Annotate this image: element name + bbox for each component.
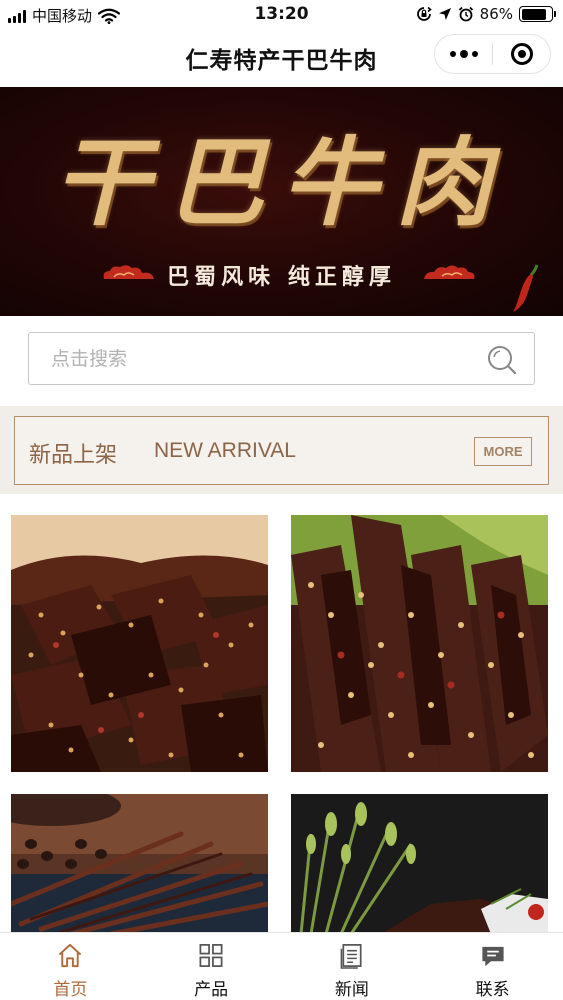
cloud-ornament-icon (424, 265, 475, 279)
more-button[interactable]: MORE (474, 437, 532, 466)
battery-icon (519, 6, 556, 22)
product-image (291, 515, 548, 772)
tab-label: 新闻 (334, 980, 369, 1000)
product-image (11, 794, 268, 934)
tab-label: 首页 (53, 980, 88, 1000)
grid-icon (199, 944, 223, 967)
status-right: 86% (416, 5, 556, 23)
target-icon (510, 43, 533, 65)
tab-news[interactable]: 新闻 (282, 933, 423, 1000)
alarm-icon (458, 6, 473, 22)
tab-label: 联系 (475, 980, 510, 1000)
product-card-4[interactable] (291, 794, 548, 934)
dot-icon (449, 51, 456, 57)
new-arrival-header: 新品上架 NEW ARRIVAL MORE (14, 416, 549, 485)
banner-title: 干巴牛肉 (53, 126, 510, 239)
dot-icon (459, 50, 468, 58)
tab-label: 产品 (194, 980, 229, 1000)
section-title-en: NEW ARRIVAL (154, 439, 296, 462)
product-card-2[interactable] (291, 515, 548, 772)
search-input[interactable] (51, 333, 471, 384)
hero-banner[interactable]: 干巴牛肉 巴蜀风味 纯正醇厚 (0, 87, 563, 316)
tab-contact[interactable]: 联系 (422, 933, 563, 1000)
product-image (11, 515, 268, 772)
close-mini-program-button[interactable] (493, 35, 550, 73)
battery-percent: 86% (479, 5, 513, 23)
home-icon (59, 943, 82, 968)
product-card-3[interactable] (11, 794, 268, 934)
tab-home[interactable]: 首页 (0, 933, 141, 1000)
search-icon[interactable] (486, 344, 518, 376)
location-icon (438, 8, 451, 20)
battery-fill (521, 8, 547, 20)
mini-program-capsule (434, 34, 551, 74)
nav-bar: 仁寿特产干巴牛肉 (0, 30, 563, 86)
news-icon (340, 944, 362, 969)
tab-bar: 首页 产品 新闻 联系 (0, 932, 563, 1000)
banner-subtitle: 巴蜀风味 纯正醇厚 (167, 265, 396, 290)
product-card-1[interactable] (11, 515, 268, 772)
chili-pepper-icon (513, 264, 539, 312)
search-bar[interactable] (28, 332, 535, 385)
tab-products[interactable]: 产品 (141, 933, 282, 1000)
dot-icon (471, 51, 478, 57)
product-image (291, 794, 548, 934)
status-bar: 中国移动 13:20 86% (0, 0, 563, 30)
message-icon (482, 946, 504, 967)
more-options-button[interactable] (435, 35, 492, 73)
rotation-lock-icon (416, 6, 432, 21)
section-title-cn: 新品上架 (29, 443, 118, 468)
